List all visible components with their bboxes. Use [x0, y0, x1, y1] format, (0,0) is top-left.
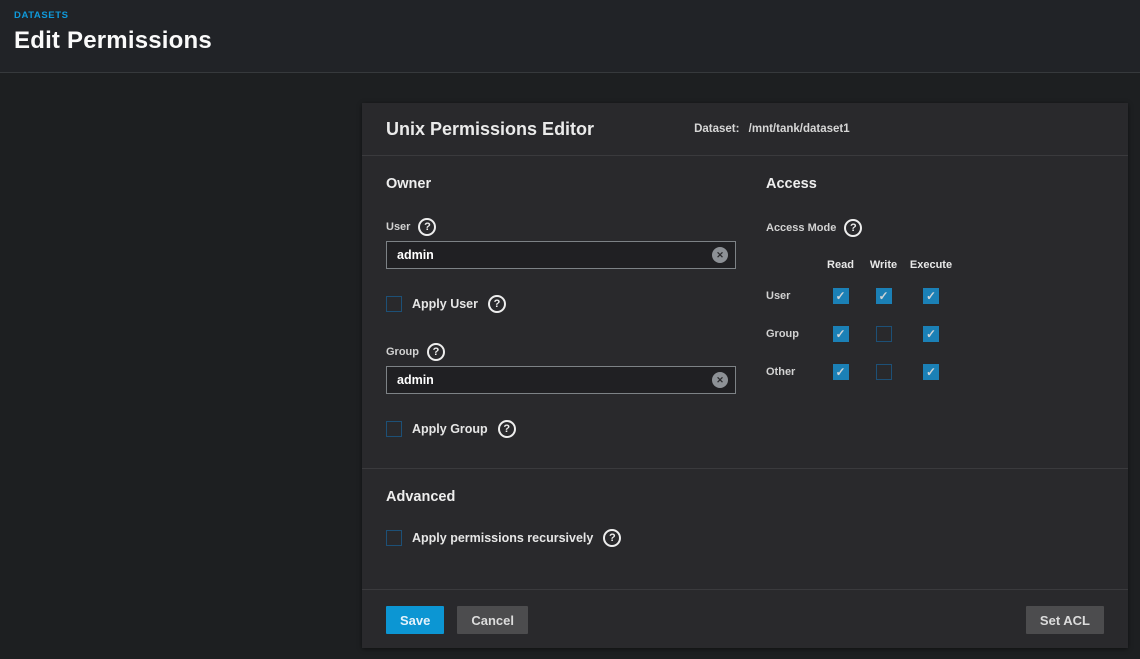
access-checkbox-user-execute[interactable]: ✓	[923, 288, 939, 304]
check-icon: ✓	[878, 290, 888, 302]
apply-group-help-icon[interactable]: ?	[498, 420, 516, 438]
group-input[interactable]	[386, 366, 736, 394]
access-row-label-other: Other	[766, 366, 819, 400]
access-row-label-group: Group	[766, 328, 819, 362]
access-column-header-write: Write	[862, 259, 905, 288]
access-checkbox-group-write[interactable]: ✓	[876, 326, 892, 342]
access-mode-label: Access Mode	[766, 222, 836, 234]
apply-user-label: Apply User	[412, 297, 478, 311]
check-icon: ✓	[835, 328, 845, 340]
owner-heading: Owner	[386, 176, 736, 192]
unix-permissions-editor-card: Unix Permissions Editor Dataset: /mnt/ta…	[362, 103, 1128, 648]
user-field-label: User	[386, 221, 410, 233]
dataset-path: /mnt/tank/dataset1	[749, 123, 850, 135]
group-help-icon[interactable]: ?	[427, 343, 445, 361]
apply-group-checkbox[interactable]: ✓	[386, 421, 402, 437]
access-checkbox-other-read[interactable]: ✓	[833, 364, 849, 380]
user-input[interactable]	[386, 241, 736, 269]
access-column-header-read: Read	[819, 259, 862, 288]
breadcrumb-datasets[interactable]: DATASETS	[14, 10, 1126, 21]
group-clear-icon[interactable]: ✕	[712, 372, 728, 388]
apply-user-checkbox[interactable]: ✓	[386, 296, 402, 312]
advanced-divider	[362, 468, 1128, 469]
access-grid-corner	[766, 259, 819, 288]
group-field-label: Group	[386, 346, 419, 358]
set-acl-button[interactable]: Set ACL	[1026, 606, 1104, 634]
dataset-info: Dataset: /mnt/tank/dataset1	[694, 123, 850, 135]
recursive-label: Apply permissions recursively	[412, 531, 593, 545]
check-icon: ✓	[926, 328, 936, 340]
access-checkbox-group-read[interactable]: ✓	[833, 326, 849, 342]
owner-section: Owner User ? ✕ ✓ Apply User ? Group ?	[386, 176, 736, 438]
access-mode-help-icon[interactable]: ?	[844, 219, 862, 237]
check-icon: ✓	[835, 366, 845, 378]
advanced-heading: Advanced	[386, 489, 1104, 505]
access-heading: Access	[766, 176, 957, 192]
recursive-checkbox[interactable]: ✓	[386, 530, 402, 546]
apply-user-help-icon[interactable]: ?	[488, 295, 506, 313]
check-icon: ✓	[926, 290, 936, 302]
access-checkbox-user-read[interactable]: ✓	[833, 288, 849, 304]
check-icon: ✓	[926, 366, 936, 378]
page-header: DATASETS Edit Permissions	[0, 0, 1140, 73]
access-checkbox-other-write[interactable]: ✓	[876, 364, 892, 380]
recursive-help-icon[interactable]: ?	[603, 529, 621, 547]
access-section: Access Access Mode ? ReadWriteExecute Use…	[766, 176, 957, 438]
access-mode-grid: ReadWriteExecute User ✓ ✓ ✓ Group ✓ ✓ ✓ Other ✓ ✓ ✓	[766, 259, 957, 402]
card-header: Unix Permissions Editor Dataset: /mnt/ta…	[362, 103, 1128, 156]
user-help-icon[interactable]: ?	[418, 218, 436, 236]
access-column-header-execute: Execute	[905, 259, 957, 288]
card-title: Unix Permissions Editor	[386, 119, 594, 140]
actions-row: Save Cancel Set ACL	[362, 590, 1128, 657]
check-icon: ✓	[835, 290, 845, 302]
save-button[interactable]: Save	[386, 606, 444, 634]
cancel-button[interactable]: Cancel	[457, 606, 528, 634]
access-checkbox-group-execute[interactable]: ✓	[923, 326, 939, 342]
page-title: Edit Permissions	[14, 27, 1126, 55]
dataset-label: Dataset:	[694, 123, 739, 135]
apply-group-label: Apply Group	[412, 422, 488, 436]
access-row-label-user: User	[766, 290, 819, 324]
card-body: Owner User ? ✕ ✓ Apply User ? Group ?	[362, 156, 1128, 590]
access-checkbox-other-execute[interactable]: ✓	[923, 364, 939, 380]
access-checkbox-user-write[interactable]: ✓	[876, 288, 892, 304]
user-clear-icon[interactable]: ✕	[712, 247, 728, 263]
